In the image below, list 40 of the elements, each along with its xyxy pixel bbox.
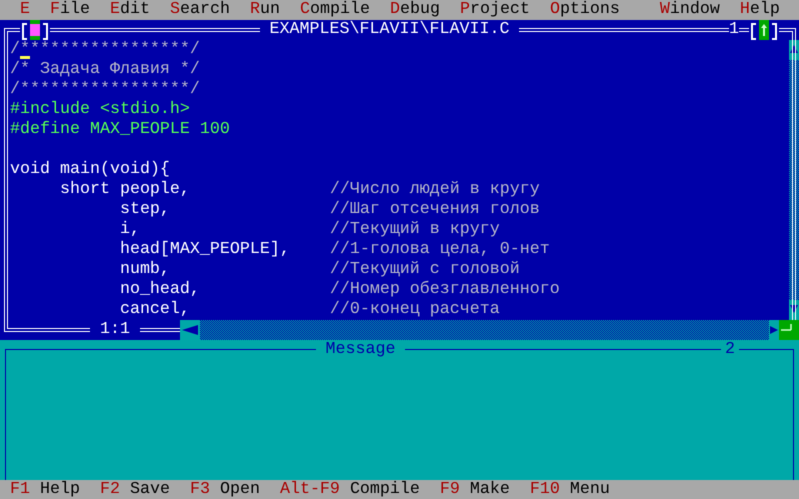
code-comment: /* Задача Флавия */: [10, 60, 200, 79]
code-line: cancel,: [118, 300, 191, 320]
menu-item[interactable]: File: [40, 0, 100, 20]
shortcut-hint[interactable]: Alt-F9 Compile: [280, 480, 420, 499]
menu-item[interactable]: Project: [450, 0, 540, 20]
code-line: i,: [118, 220, 141, 240]
shortcut-hint[interactable]: F9 Make: [440, 480, 510, 499]
code-line: numb,: [118, 260, 171, 280]
shortcut-hint[interactable]: F10 Menu: [530, 480, 610, 499]
code-comment: //Число людей в кругу: [330, 180, 540, 199]
menu-item[interactable]: Search: [160, 0, 240, 20]
code-comment: //Шаг отсечения голов: [330, 200, 540, 219]
menu-item[interactable]: Help: [730, 0, 790, 20]
preprocessor-line: #define MAX_PEOPLE 100: [10, 120, 230, 139]
code-comment: //Номер обезглавленного: [330, 280, 560, 299]
code-line: void main(void){: [10, 160, 170, 179]
close-button[interactable]: [20, 20, 50, 40]
menu-item[interactable]: Options: [540, 0, 630, 20]
menu-item[interactable]: Window: [650, 0, 730, 20]
code-comment: //1-голова цела, 0-нет: [330, 240, 550, 259]
code-comment: //Текущий в кругу: [330, 220, 500, 239]
shortcut-hint[interactable]: F1 Help: [10, 480, 80, 499]
code-comment: /*****************/: [10, 40, 200, 59]
code-line: step,: [118, 200, 171, 220]
zoom-button[interactable]: [749, 20, 779, 40]
code-comment: /*****************/: [10, 80, 200, 99]
shortcut-hint[interactable]: F2 Save: [100, 480, 170, 499]
code-line: head[MAX_PEOPLE],: [118, 240, 291, 260]
preprocessor-line: #include <stdio.h>: [10, 100, 190, 119]
menu-item[interactable]: Run: [240, 0, 290, 20]
menu-item[interactable]: Compile: [290, 0, 380, 20]
menu-item[interactable]: Debug: [380, 0, 450, 20]
code-comment: //0-конец расчета: [330, 300, 500, 319]
resize-handle-icon[interactable]: [779, 320, 799, 340]
menu-item[interactable]: Edit: [100, 0, 160, 20]
horizontal-scrollbar[interactable]: [180, 320, 779, 340]
code-line: short people,: [58, 180, 191, 200]
code-comment: //Текущий с головой: [330, 260, 520, 279]
shortcut-hint[interactable]: F3 Open: [190, 480, 260, 499]
code-line: no_head,: [118, 280, 201, 300]
